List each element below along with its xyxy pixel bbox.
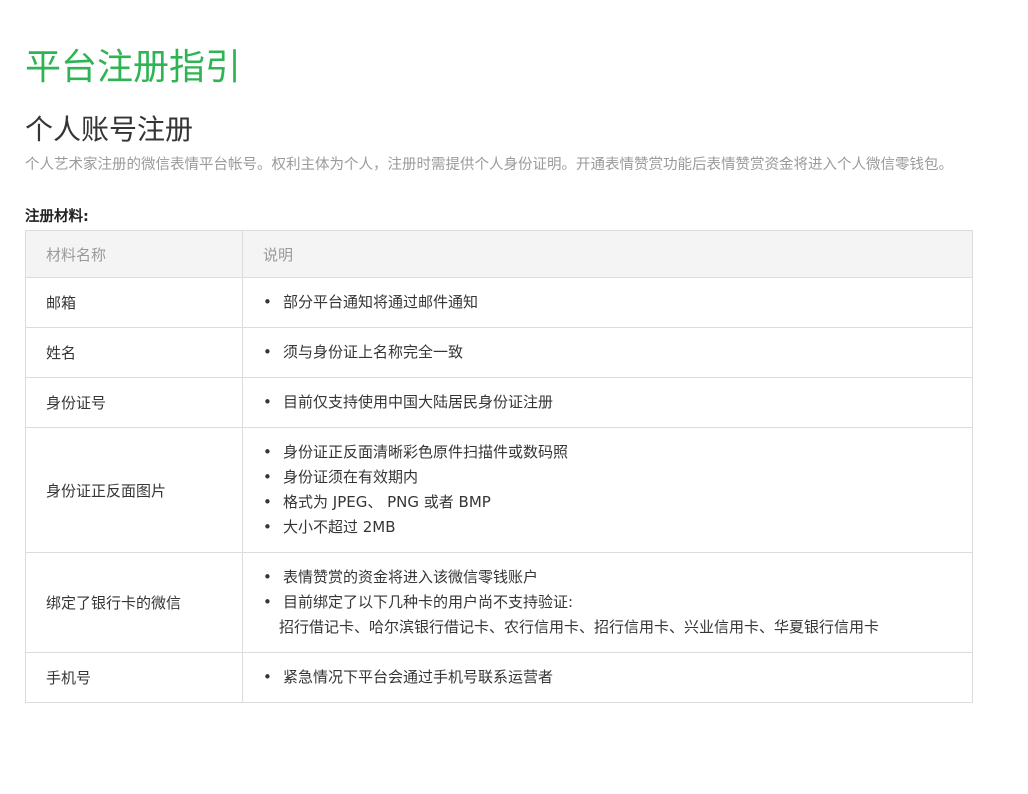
- bullet-icon: •: [263, 568, 272, 586]
- description-list: • 部分平台通知将通过邮件通知: [263, 278, 972, 327]
- list-item-continuation: 招行借记卡、哈尔滨银行借记卡、农行信用卡、招行信用卡、兴业信用卡、华夏银行信用卡: [279, 618, 880, 636]
- list-item: • 目前绑定了以下几种卡的用户尚不支持验证: 招行借记卡、哈尔滨银行借记卡、农行信用…: [263, 590, 972, 640]
- list-item: • 须与身份证上名称完全一致: [263, 340, 972, 365]
- table-row: 身份证正反面图片 • 身份证正反面清晰彩色原件扫描件或数码照 • 身份证须在有效期内…: [25, 427, 973, 553]
- column-header-name: 材料名称: [25, 230, 243, 278]
- description-list: • 紧急情况下平台会通过手机号联系运营者: [263, 653, 972, 702]
- section-description: 个人艺术家注册的微信表情平台帐号。权利主体为个人，注册时需提供个人身份证明。开通…: [25, 157, 953, 173]
- list-item: • 格式为 JPEG、 PNG 或者 BMP: [263, 490, 972, 515]
- list-item: • 大小不超过 2MB: [263, 515, 972, 540]
- table-row: 邮箱 • 部分平台通知将通过邮件通知: [25, 277, 973, 328]
- list-item-text: 大小不超过 2MB: [283, 518, 396, 536]
- table-row: 手机号 • 紧急情况下平台会通过手机号联系运营者: [25, 652, 973, 703]
- description-list: • 表情赞赏的资金将进入该微信零钱账户 • 目前绑定了以下几种卡的用户尚不支持验证:…: [263, 553, 972, 652]
- bullet-icon: •: [263, 518, 272, 536]
- registration-guide-page: 平台注册指引 个人账号注册 个人艺术家注册的微信表情平台帐号。权利主体为个人，注…: [0, 0, 973, 703]
- list-item-text: 身份证正反面清晰彩色原件扫描件或数码照: [283, 443, 569, 461]
- list-item-text: 表情赞赏的资金将进入该微信零钱账户: [283, 568, 539, 586]
- list-item-text: 部分平台通知将通过邮件通知: [283, 293, 479, 311]
- list-item: • 表情赞赏的资金将进入该微信零钱账户: [263, 565, 972, 590]
- description-list: • 目前仅支持使用中国大陆居民身份证注册: [263, 378, 972, 427]
- section-title: 个人账号注册: [25, 113, 194, 146]
- page-title: 平台注册指引: [25, 47, 242, 88]
- bullet-icon: •: [263, 593, 272, 611]
- row-name-fullname: 姓名: [25, 327, 243, 378]
- row-description: • 紧急情况下平台会通过手机号联系运营者: [242, 652, 973, 703]
- bullet-icon: •: [263, 443, 272, 461]
- row-name-email: 邮箱: [25, 277, 243, 328]
- list-item-text: 身份证须在有效期内: [283, 468, 419, 486]
- materials-label: 注册材料:: [25, 209, 89, 225]
- table-header-row: 材料名称 说明: [25, 230, 973, 278]
- table-row: 姓名 • 须与身份证上名称完全一致: [25, 327, 973, 378]
- materials-table: 材料名称 说明 邮箱 • 部分平台通知将通过邮件通知 姓名 • 须与身份证上名称完全…: [25, 230, 973, 703]
- bullet-icon: •: [263, 468, 272, 486]
- row-description: • 目前仅支持使用中国大陆居民身份证注册: [242, 377, 973, 428]
- list-item: • 部分平台通知将通过邮件通知: [263, 290, 972, 315]
- list-item-text: 目前绑定了以下几种卡的用户尚不支持验证:: [283, 593, 574, 611]
- bullet-icon: •: [263, 393, 272, 411]
- description-list: • 身份证正反面清晰彩色原件扫描件或数码照 • 身份证须在有效期内 • 格式为 JPE…: [263, 428, 972, 552]
- list-item-text: 目前仅支持使用中国大陆居民身份证注册: [283, 393, 554, 411]
- table-row: 绑定了银行卡的微信 • 表情赞赏的资金将进入该微信零钱账户 • 目前绑定了以下几种卡…: [25, 552, 973, 653]
- bullet-icon: •: [263, 343, 272, 361]
- bullet-icon: •: [263, 293, 272, 311]
- list-item-text: 须与身份证上名称完全一致: [283, 343, 464, 361]
- list-item: • 身份证正反面清晰彩色原件扫描件或数码照: [263, 440, 972, 465]
- bullet-icon: •: [263, 668, 272, 686]
- list-item: • 目前仅支持使用中国大陆居民身份证注册: [263, 390, 972, 415]
- column-header-description: 说明: [242, 230, 973, 278]
- row-name-phone: 手机号: [25, 652, 243, 703]
- bullet-icon: •: [263, 493, 272, 511]
- row-name-id-images: 身份证正反面图片: [25, 427, 243, 553]
- list-item-text: 格式为 JPEG、 PNG 或者 BMP: [283, 493, 491, 511]
- list-item: • 身份证须在有效期内: [263, 465, 972, 490]
- row-description: • 表情赞赏的资金将进入该微信零钱账户 • 目前绑定了以下几种卡的用户尚不支持验证:…: [242, 552, 973, 653]
- row-name-wechat-bank: 绑定了银行卡的微信: [25, 552, 243, 653]
- list-item: • 紧急情况下平台会通过手机号联系运营者: [263, 665, 972, 690]
- list-item-text: 紧急情况下平台会通过手机号联系运营者: [283, 668, 554, 686]
- description-list: • 须与身份证上名称完全一致: [263, 328, 972, 377]
- table-row: 身份证号 • 目前仅支持使用中国大陆居民身份证注册: [25, 377, 973, 428]
- row-description: • 部分平台通知将通过邮件通知: [242, 277, 973, 328]
- row-description: • 身份证正反面清晰彩色原件扫描件或数码照 • 身份证须在有效期内 • 格式为 JPE…: [242, 427, 973, 553]
- row-name-id-number: 身份证号: [25, 377, 243, 428]
- row-description: • 须与身份证上名称完全一致: [242, 327, 973, 378]
